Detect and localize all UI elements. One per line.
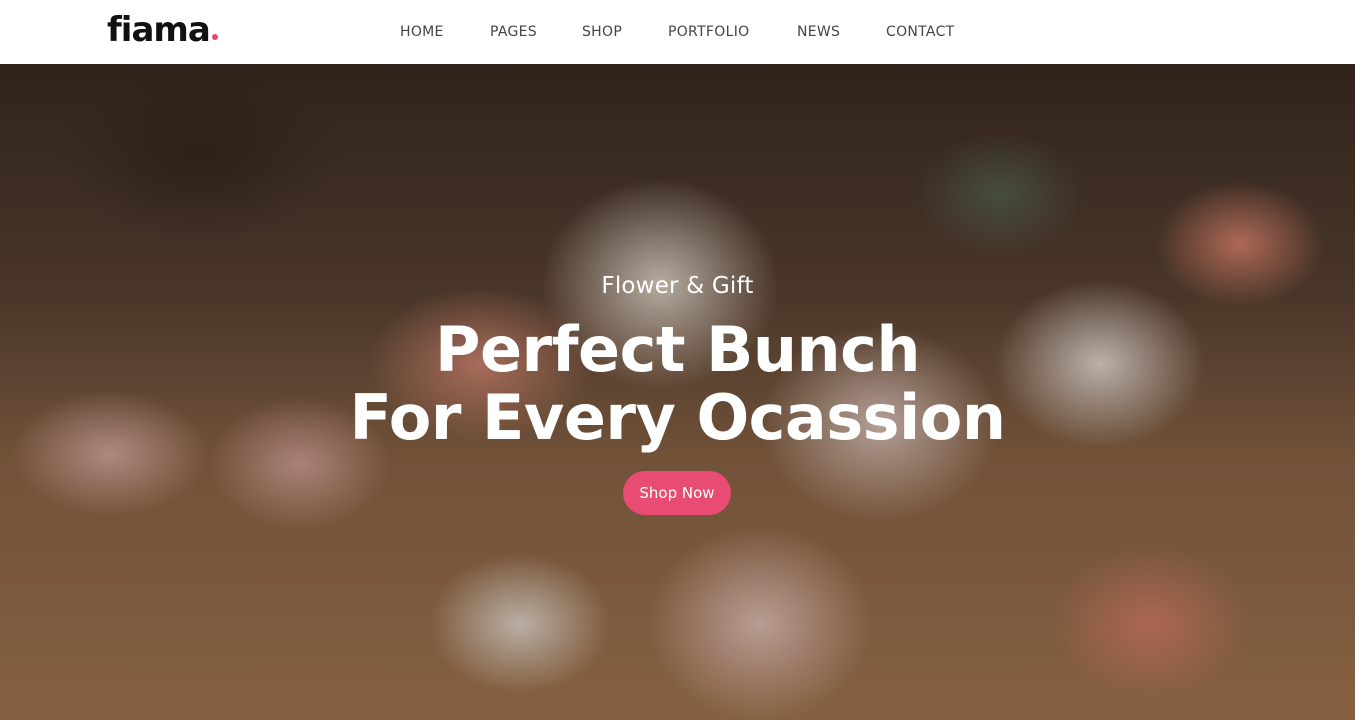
hero-title: Perfect Bunch For Every Ocassion [0, 316, 1355, 452]
nav-item-home[interactable]: HOME [400, 22, 444, 42]
shop-now-button[interactable]: Shop Now [623, 471, 731, 515]
nav-item-contact[interactable]: CONTACT [886, 22, 955, 42]
hero-banner: Flower & Gift Perfect Bunch For Every Oc… [0, 64, 1355, 720]
site-header: fiama HOME PAGES SHOP PORTFOLIO NEWS CON… [0, 0, 1355, 64]
nav-item-news[interactable]: NEWS [797, 22, 840, 42]
hero-eyebrow: Flower & Gift [601, 273, 754, 299]
nav-item-pages[interactable]: PAGES [490, 22, 537, 42]
main-nav: HOME PAGES SHOP PORTFOLIO NEWS CONTACT [0, 0, 1355, 64]
hero-content: Flower & Gift Perfect Bunch For Every Oc… [0, 64, 1355, 720]
hero-title-line-2: For Every Ocassion [349, 381, 1006, 454]
hero-title-line-1: Perfect Bunch [435, 313, 921, 386]
nav-item-shop[interactable]: SHOP [582, 22, 622, 42]
nav-item-portfolio[interactable]: PORTFOLIO [668, 22, 749, 42]
